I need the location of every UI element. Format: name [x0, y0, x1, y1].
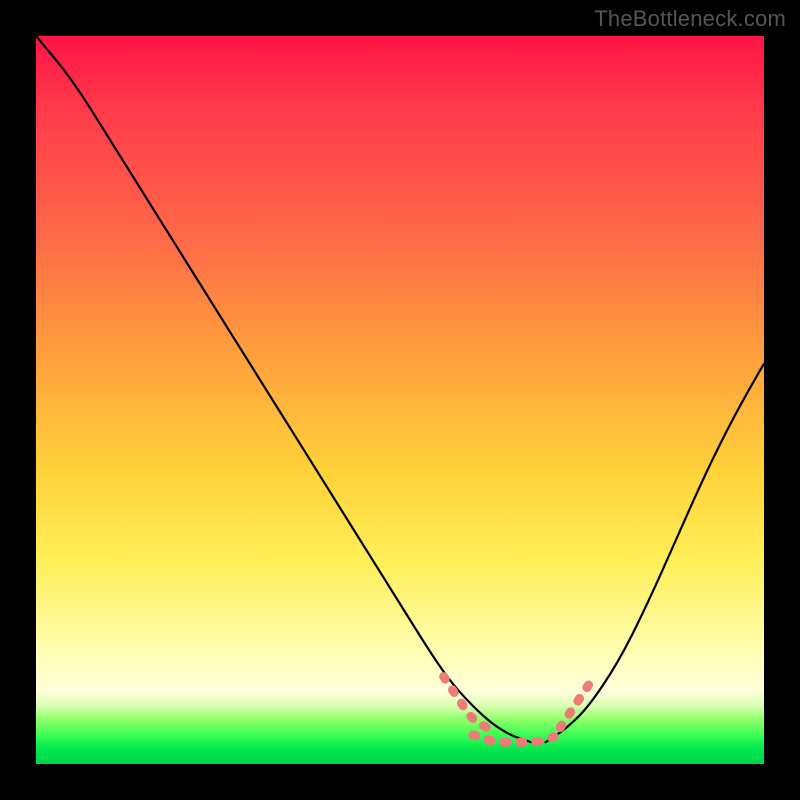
plot-area	[36, 36, 764, 764]
chart-frame: TheBottleneck.com	[0, 0, 800, 800]
right-curve	[546, 364, 764, 743]
left-curve	[36, 36, 531, 742]
curve-layer	[36, 36, 764, 764]
watermark-label: TheBottleneck.com	[594, 6, 786, 32]
valley-left-marker	[444, 677, 488, 728]
